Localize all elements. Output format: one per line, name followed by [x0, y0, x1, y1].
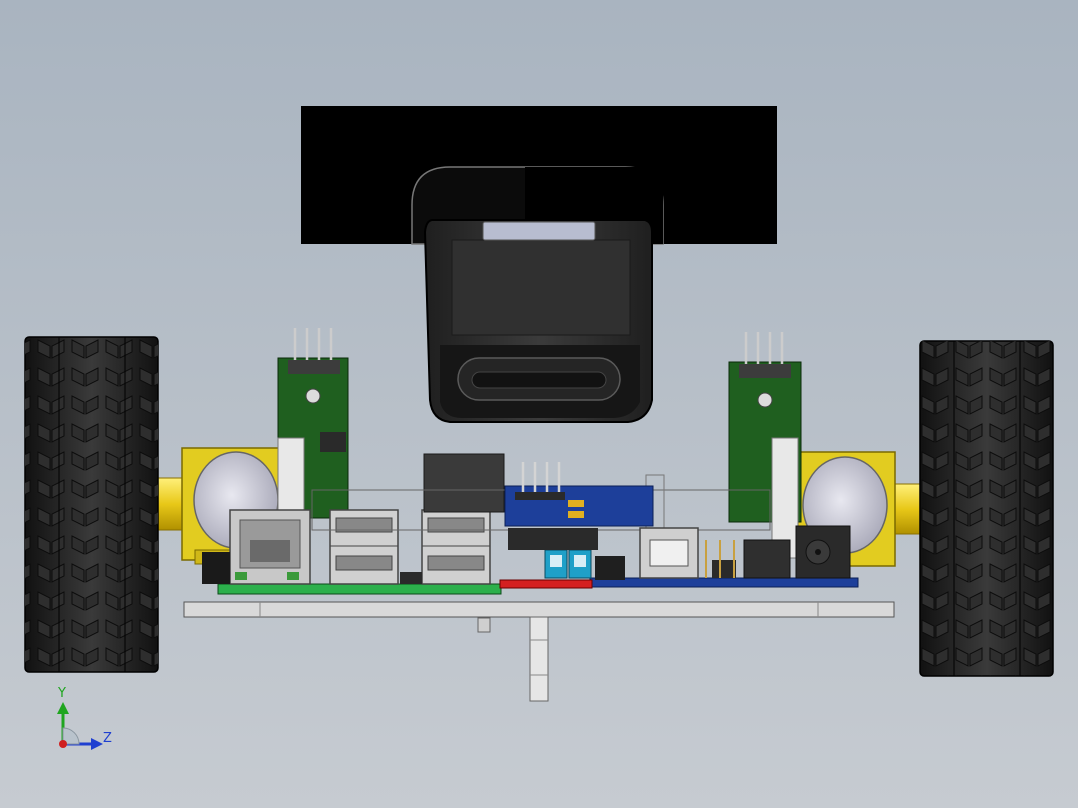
robot-car-model-front-view[interactable] [0, 0, 1078, 808]
cad-viewport[interactable]: Y Z [0, 0, 1078, 808]
triad-y-label: Y [58, 686, 66, 701]
right-wheel[interactable] [919, 340, 1054, 677]
red-board[interactable] [499, 579, 593, 589]
usb-b-port[interactable] [639, 527, 699, 579]
triad-z-label: Z [103, 731, 112, 746]
usb-port-stack-left[interactable] [329, 509, 399, 585]
usb-port-stack-right[interactable] [421, 509, 491, 585]
triad-x-axis-origin [59, 740, 67, 748]
left-wheel[interactable] [24, 336, 159, 673]
camera-module[interactable] [423, 219, 653, 423]
barrel-jack[interactable] [795, 525, 851, 579]
